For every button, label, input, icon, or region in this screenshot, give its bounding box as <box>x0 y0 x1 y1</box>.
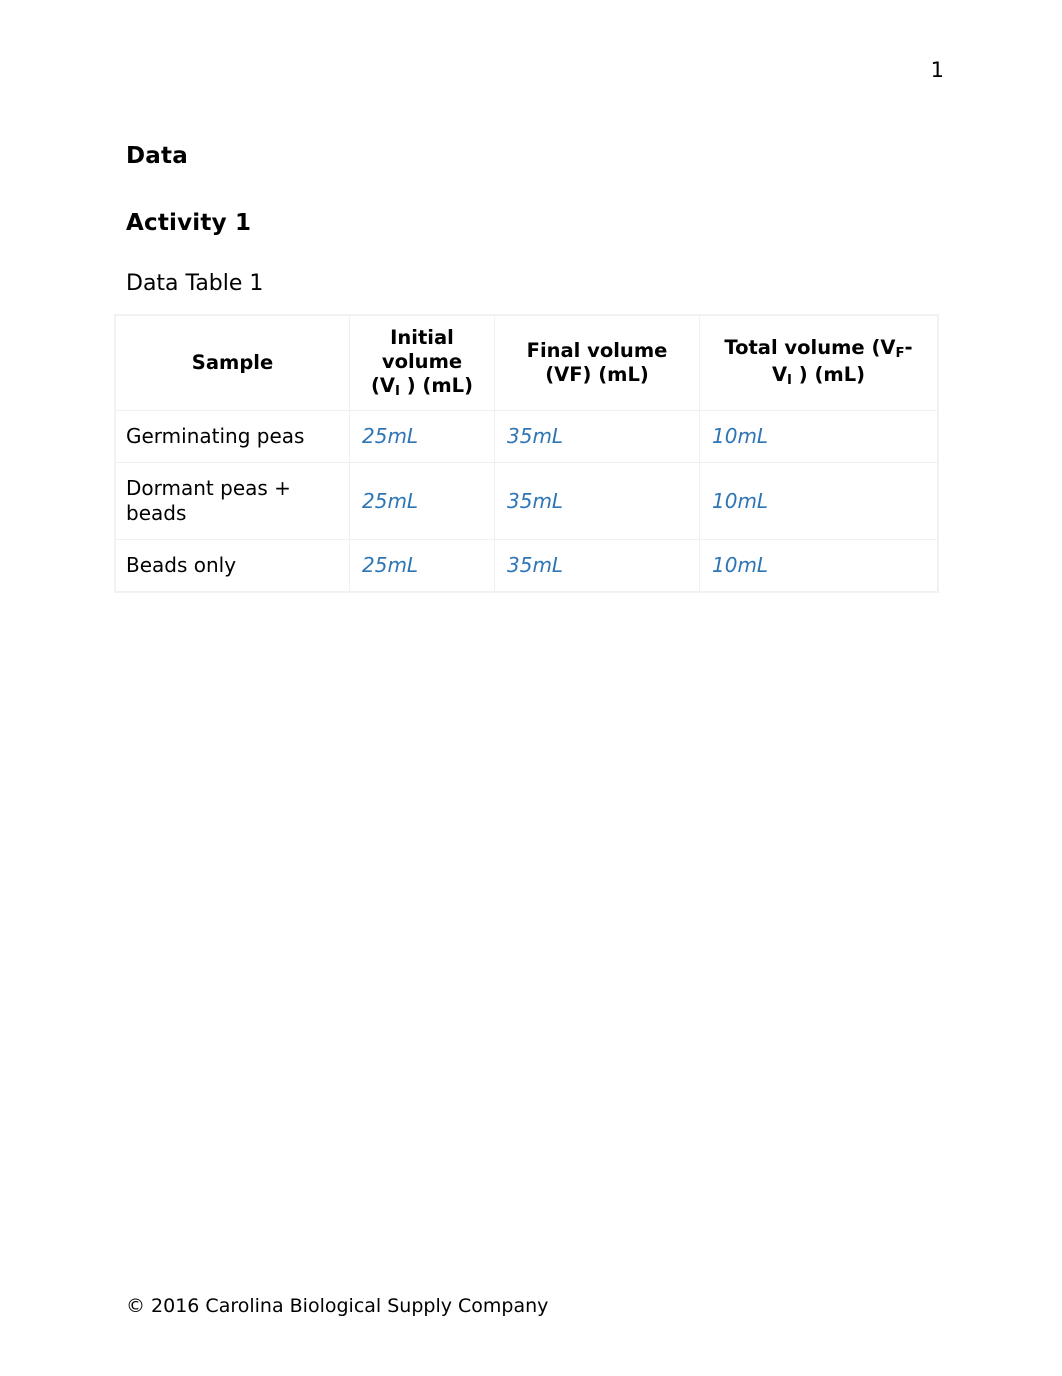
table-header-row: Sample Initial volume (VI ) (mL) Final v… <box>115 315 938 411</box>
cell-total-volume[interactable]: 10mL <box>699 410 938 463</box>
table-header: Sample Initial volume (VI ) (mL) Final v… <box>115 315 938 411</box>
total-volume-line-1-suffix: - <box>904 336 913 359</box>
column-header-sample: Sample <box>115 315 350 411</box>
cell-final-volume[interactable]: 35mL <box>494 410 700 463</box>
cell-initial-volume[interactable]: 25mL <box>349 462 495 540</box>
section-heading-activity: Activity 1 <box>126 210 252 236</box>
cell-total-volume[interactable]: 10mL <box>699 462 938 540</box>
cell-initial-volume[interactable]: 25mL <box>349 410 495 463</box>
cell-sample: Germinating peas <box>115 410 350 463</box>
total-volume-line-2-prefix: V <box>771 363 788 386</box>
table-row: Dormant peas + beads 25mL 35mL 10mL <box>115 462 938 540</box>
cell-final-volume[interactable]: 35mL <box>494 462 700 540</box>
total-volume-line-2-suffix: ) (mL) <box>791 363 866 386</box>
initial-volume-subscript: I <box>395 383 400 399</box>
initial-volume-line-3-prefix: (V <box>370 373 395 397</box>
table-caption: Data Table 1 <box>126 271 264 296</box>
total-volume-line-1-prefix: Total volume (V <box>724 336 896 359</box>
column-header-final-volume: Final volume (VF) (mL) <box>494 315 700 411</box>
data-table-1: Sample Initial volume (VI ) (mL) Final v… <box>115 315 938 592</box>
initial-volume-line-2: volume <box>381 349 463 373</box>
cell-total-volume[interactable]: 10mL <box>699 539 938 592</box>
document-content: Data Activity 1 Data Table 1 Sample Init… <box>115 142 938 592</box>
cell-sample: Dormant peas + beads <box>115 462 350 540</box>
page-title: Data <box>126 143 188 169</box>
initial-volume-line-3-suffix: ) (mL) <box>399 373 473 397</box>
column-header-sample-label: Sample <box>191 351 274 374</box>
column-header-total-volume: Total volume (VF- VI ) (mL) <box>699 315 938 411</box>
final-volume-line-1: Final volume <box>526 339 668 362</box>
cell-sample: Beads only <box>115 539 350 592</box>
total-volume-subscript-initial: I <box>787 373 792 389</box>
table-row: Beads only 25mL 35mL 10mL <box>115 539 938 592</box>
cell-final-volume[interactable]: 35mL <box>494 539 700 592</box>
initial-volume-line-1: Initial <box>390 325 454 349</box>
table-row: Germinating peas 25mL 35mL 10mL <box>115 410 938 463</box>
page-number: 1 <box>930 58 944 82</box>
copyright-footer: © 2016 Carolina Biological Supply Compan… <box>126 1295 549 1317</box>
total-volume-subscript-final: F <box>895 346 905 362</box>
column-header-initial-volume: Initial volume (VI ) (mL) <box>349 315 495 411</box>
cell-initial-volume[interactable]: 25mL <box>349 539 495 592</box>
document-page: 1 Data Activity 1 Data Table 1 Sample In… <box>0 0 1062 1376</box>
final-volume-line-2: (VF) (mL) <box>545 363 649 386</box>
table-body: Germinating peas 25mL 35mL 10mL Dormant … <box>115 410 938 592</box>
